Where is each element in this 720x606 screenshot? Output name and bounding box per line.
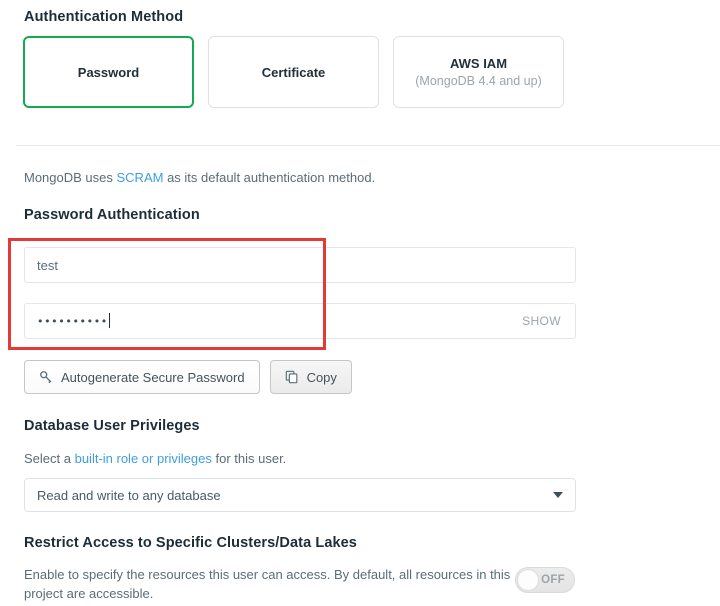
scram-link[interactable]: SCRAM <box>117 170 164 185</box>
password-auth-heading: Password Authentication <box>24 207 200 223</box>
auth-option-password[interactable]: Password <box>23 36 194 108</box>
chevron-down-icon <box>553 492 563 498</box>
copy-password-label: Copy <box>306 369 337 385</box>
auth-option-password-label: Password <box>77 64 140 80</box>
scram-note-suffix: as its default authentication method. <box>163 170 376 185</box>
restrict-access-description: Enable to specify the resources this use… <box>24 567 511 601</box>
username-input[interactable]: test <box>24 247 576 283</box>
privileges-desc-prefix: Select a <box>24 451 75 466</box>
built-in-role-link[interactable]: built-in role or privileges <box>75 451 212 466</box>
scram-note-prefix: MongoDB uses <box>24 170 117 185</box>
restrict-access-toggle[interactable]: OFF <box>515 567 575 593</box>
key-icon <box>39 370 53 384</box>
copy-icon <box>285 370 299 384</box>
password-input[interactable]: •••••••••• SHOW <box>24 303 576 339</box>
privileges-heading: Database User Privileges <box>24 418 200 434</box>
username-input-value: test <box>37 257 58 273</box>
auth-option-certificate[interactable]: Certificate <box>208 36 379 108</box>
copy-password-button[interactable]: Copy <box>269 360 352 394</box>
show-password-button[interactable]: SHOW <box>522 314 561 328</box>
add-database-user-form: Authentication Method Password Certifica… <box>0 0 720 606</box>
scram-note: MongoDB uses SCRAM as its default authen… <box>24 168 375 187</box>
auth-option-certificate-label: Certificate <box>261 64 326 80</box>
auth-option-aws-iam-label: AWS IAM <box>449 55 508 71</box>
auth-method-options: Password Certificate AWS IAM (MongoDB 4.… <box>23 36 564 108</box>
toggle-knob <box>517 569 539 591</box>
privileges-desc-suffix: for this user. <box>211 451 287 466</box>
auth-option-aws-iam[interactable]: AWS IAM (MongoDB 4.4 and up) <box>393 36 564 108</box>
auth-method-heading: Authentication Method <box>24 9 184 25</box>
role-select-value: Read and write to any database <box>37 487 221 503</box>
password-actions: Autogenerate Secure Password Copy <box>24 360 352 394</box>
privileges-description: Select a built-in role or privileges for… <box>24 449 286 468</box>
role-select[interactable]: Read and write to any database <box>24 478 576 512</box>
autogenerate-secure-password-button[interactable]: Autogenerate Secure Password <box>24 360 260 394</box>
auth-option-aws-iam-subtitle: (MongoDB 4.4 and up) <box>415 73 542 88</box>
section-divider <box>16 145 720 146</box>
toggle-state-label: OFF <box>541 574 565 586</box>
text-caret <box>108 312 110 328</box>
password-input-value: •••••••••• <box>37 314 108 328</box>
autogenerate-secure-password-label: Autogenerate Secure Password <box>61 369 245 385</box>
restrict-access-heading: Restrict Access to Specific Clusters/Dat… <box>24 535 357 551</box>
